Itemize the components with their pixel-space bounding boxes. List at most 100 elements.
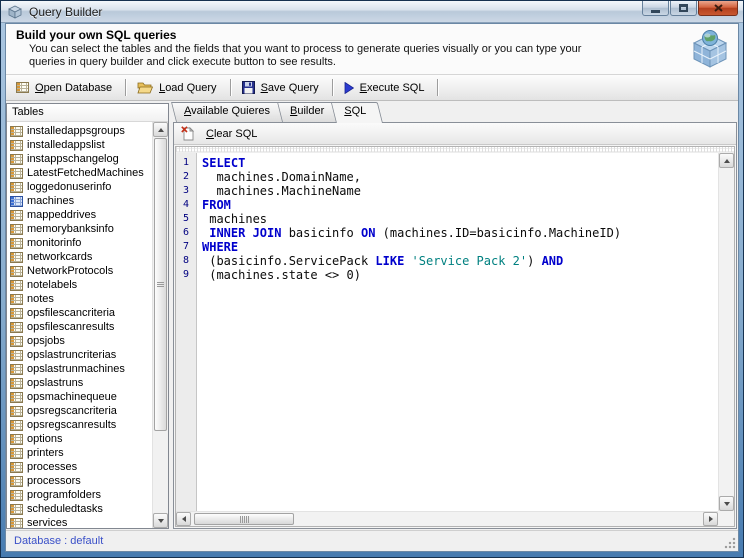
table-item-label: NetworkProtocols [27,265,113,277]
table-list-item[interactable]: notes [7,292,152,306]
scroll-down-button[interactable] [719,496,734,511]
table-icon [10,154,23,165]
table-list-item[interactable]: memorybanksinfo [7,222,152,236]
title-bar[interactable]: Query Builder [1,1,743,23]
clear-sql-button[interactable]: Clear SQL [181,126,257,141]
table-list-item[interactable]: scheduledtasks [7,502,152,516]
load-query-button[interactable]: Load Query [130,79,227,96]
scrollbar-thumb[interactable] [154,138,167,431]
table-list-item[interactable]: processors [7,474,152,488]
table-item-label: installedappslist [27,139,105,151]
editor-vscrollbar[interactable] [718,153,734,511]
table-item-label: printers [27,447,64,459]
table-item-label: opsjobs [27,335,65,347]
tab-available-queries[interactable]: Available Quieres [176,102,287,122]
table-item-label: memorybanksinfo [27,223,114,235]
database-status-label: Database : default [14,535,103,547]
table-icon [10,392,23,403]
table-item-label: networkcards [27,251,92,263]
editor-hscrollbar[interactable] [176,511,718,526]
table-icon [10,294,23,305]
header-description: You can select the tables and the fields… [29,43,617,69]
clear-sql-label: Clear SQL [206,128,257,140]
table-list-item[interactable]: opslastrunmachines [7,362,152,376]
table-icon [10,504,23,515]
minimize-icon [651,10,660,13]
table-list-item[interactable]: printers [7,446,152,460]
tables-list[interactable]: installedappsgroups installedappslist in… [7,122,152,528]
scrollbar-thumb[interactable] [194,513,294,525]
scroll-up-icon [158,128,164,132]
scroll-right-icon [709,516,713,522]
save-query-button[interactable]: Save Query [235,79,329,96]
table-item-label: notes [27,293,54,305]
table-item-label: processes [27,461,77,473]
scroll-right-button[interactable] [703,512,718,526]
maximize-icon [679,4,688,12]
table-list-item[interactable]: NetworkProtocols [7,264,152,278]
table-list-item[interactable]: options [7,432,152,446]
table-item-label: services [27,517,67,528]
table-icon [10,364,23,375]
table-icon [10,308,23,319]
table-list-item[interactable]: loggedonuserinfo [7,180,152,194]
table-item-label: opslastruncriterias [27,349,116,361]
table-item-label: monitorinfo [27,237,81,249]
table-list-item[interactable]: processes [7,460,152,474]
table-icon [10,266,23,277]
tables-header: Tables [7,104,168,122]
table-item-label: instappschangelog [27,153,119,165]
execute-sql-button[interactable]: Execute SQL [337,80,435,96]
table-list-item[interactable]: opslastruns [7,376,152,390]
scroll-up-button[interactable] [153,122,168,137]
scroll-left-icon [182,516,186,522]
resize-grip[interactable] [724,537,736,549]
table-icon [10,224,23,235]
table-list-item[interactable]: machines [7,194,152,208]
table-list-item[interactable]: opsmachinequeue [7,390,152,404]
open-database-label: Open Database [35,82,112,94]
close-button[interactable] [698,1,738,16]
table-list-item[interactable]: opsfilescanresults [7,320,152,334]
table-list-item[interactable]: opsregscancriteria [7,404,152,418]
open-database-button[interactable]: Open Database [9,80,122,96]
table-icon [10,350,23,361]
table-icon [10,210,23,221]
minimize-button[interactable] [642,1,669,16]
table-item-label: options [27,433,62,445]
toolbar-separator [437,79,439,96]
tab-sql[interactable]: SQL [336,102,383,123]
table-list-item[interactable]: mappeddrives [7,208,152,222]
maximize-button[interactable] [670,1,697,16]
scroll-down-button[interactable] [153,513,168,528]
table-list-item[interactable]: opsregscanresults [7,418,152,432]
table-icon [10,434,23,445]
scroll-left-button[interactable] [176,512,191,526]
table-list-item[interactable]: opsfilescancriteria [7,306,152,320]
sql-code[interactable]: SELECT machines.DomainName, machines.Mac… [197,153,718,511]
app-icon [8,5,23,19]
table-icon [10,196,23,207]
tab-strip: Available Quieres Builder SQL [173,102,737,122]
table-item-label: opslastruns [27,377,83,389]
table-list-item[interactable]: installedappsgroups [7,124,152,138]
table-list-item[interactable]: networkcards [7,250,152,264]
table-icon [10,490,23,501]
scroll-up-button[interactable] [719,153,734,168]
query-builder-window: Query Builder Build your own SQL queries… [0,0,744,558]
table-icon [10,420,23,431]
table-list-item[interactable]: opslastruncriterias [7,348,152,362]
table-list-item[interactable]: monitorinfo [7,236,152,250]
table-list-item[interactable]: notelabels [7,278,152,292]
sql-editor[interactable]: 123456789 SELECT machines.DomainName, ma… [175,146,735,527]
table-list-item[interactable]: programfolders [7,488,152,502]
table-list-item[interactable]: services [7,516,152,528]
table-list-item[interactable]: LatestFetchedMachines [7,166,152,180]
table-list-item[interactable]: instappschangelog [7,152,152,166]
sql-cube-icon [689,27,731,74]
table-icon [10,378,23,389]
tables-scrollbar[interactable] [152,122,168,528]
table-list-item[interactable]: opsjobs [7,334,152,348]
table-list-item[interactable]: installedappslist [7,138,152,152]
table-icon [10,252,23,263]
